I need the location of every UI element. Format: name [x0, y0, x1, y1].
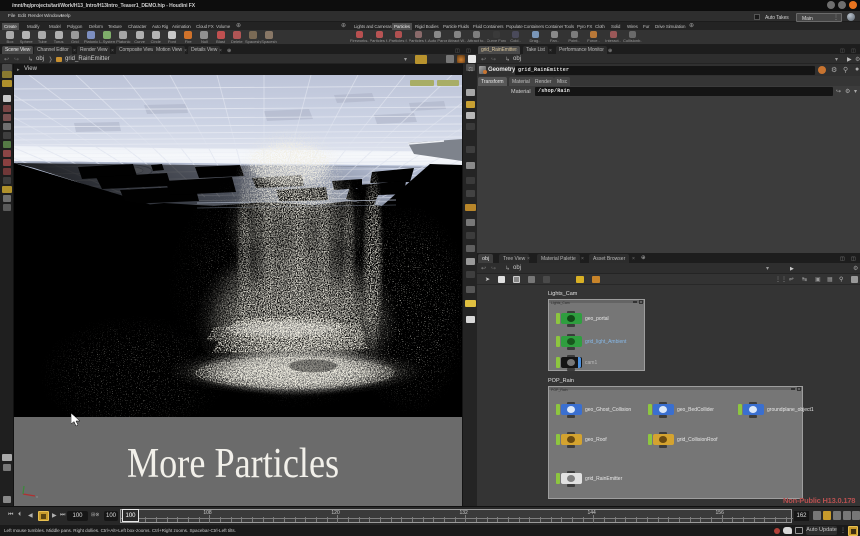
svg-text:x: x [36, 494, 38, 499]
